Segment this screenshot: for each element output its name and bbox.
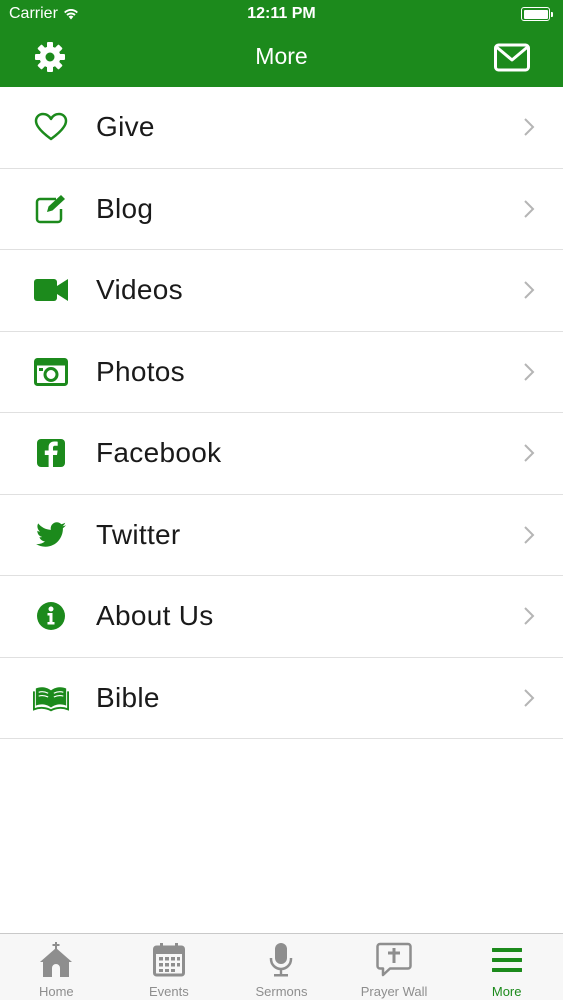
menu-item-label: Blog [96, 192, 154, 224]
video-camera-icon [33, 274, 69, 306]
camera-icon [33, 356, 69, 388]
menu-item-label: Twitter [96, 518, 181, 550]
info-icon [33, 600, 69, 632]
chevron-right-icon [524, 607, 535, 625]
tab-bar: Home Events Sermons Prayer Wall More [0, 933, 563, 1000]
chevron-right-icon [524, 118, 535, 136]
status-time: 12:11 PM [247, 5, 316, 22]
chevron-right-icon [524, 689, 535, 707]
status-bar: Carrier 12:11 PM [0, 0, 563, 30]
tab-label: Sermons [255, 984, 308, 999]
menu-item-blog[interactable]: Blog [0, 169, 563, 250]
chevron-right-icon [524, 281, 535, 299]
menu-item-label: Give [96, 111, 155, 143]
battery-icon [521, 7, 554, 21]
menu-item-label: Bible [96, 681, 160, 713]
book-icon [33, 682, 69, 714]
calendar-icon [151, 942, 187, 978]
prayer-bubble-icon [376, 942, 412, 978]
app-header: Carrier 12:11 PM More [0, 0, 563, 87]
menu-item-label: Photos [96, 355, 185, 387]
nav-bar: More [0, 30, 563, 87]
tab-sermons[interactable]: Sermons [225, 934, 338, 1000]
menu-item-label: Videos [96, 274, 183, 306]
menu-icon [489, 942, 525, 978]
tab-label: More [491, 984, 522, 999]
tab-label: Home [38, 984, 74, 999]
facebook-icon [33, 437, 69, 469]
chevron-right-icon [524, 526, 535, 544]
menu-item-facebook[interactable]: Facebook [0, 413, 563, 495]
church-icon [38, 942, 74, 978]
twitter-icon [33, 519, 69, 551]
tab-prayer-wall[interactable]: Prayer Wall [338, 934, 451, 1000]
chevron-right-icon [524, 444, 535, 462]
menu-item-label: Facebook [96, 437, 222, 469]
heart-icon [33, 111, 69, 143]
menu-item-label: About Us [96, 600, 214, 632]
menu-list: Give Blog Videos Photos Facebook Twitter… [0, 87, 563, 739]
page-title: More [255, 43, 308, 69]
menu-item-give[interactable]: Give [0, 87, 563, 169]
tab-events[interactable]: Events [113, 934, 226, 1000]
chevron-right-icon [524, 200, 535, 218]
tab-more[interactable]: More [450, 934, 563, 1000]
menu-item-about-us[interactable]: About Us [0, 576, 563, 658]
menu-item-photos[interactable]: Photos [0, 332, 563, 413]
edit-icon [33, 193, 69, 225]
menu-item-twitter[interactable]: Twitter [0, 495, 563, 576]
menu-item-bible[interactable]: Bible [0, 658, 563, 739]
tab-label: Events [149, 984, 189, 999]
menu-item-videos[interactable]: Videos [0, 250, 563, 332]
tab-label: Prayer Wall [360, 984, 428, 999]
mail-icon[interactable] [494, 43, 530, 73]
microphone-icon [263, 942, 299, 978]
chevron-right-icon [524, 363, 535, 381]
tab-home[interactable]: Home [0, 934, 113, 1000]
